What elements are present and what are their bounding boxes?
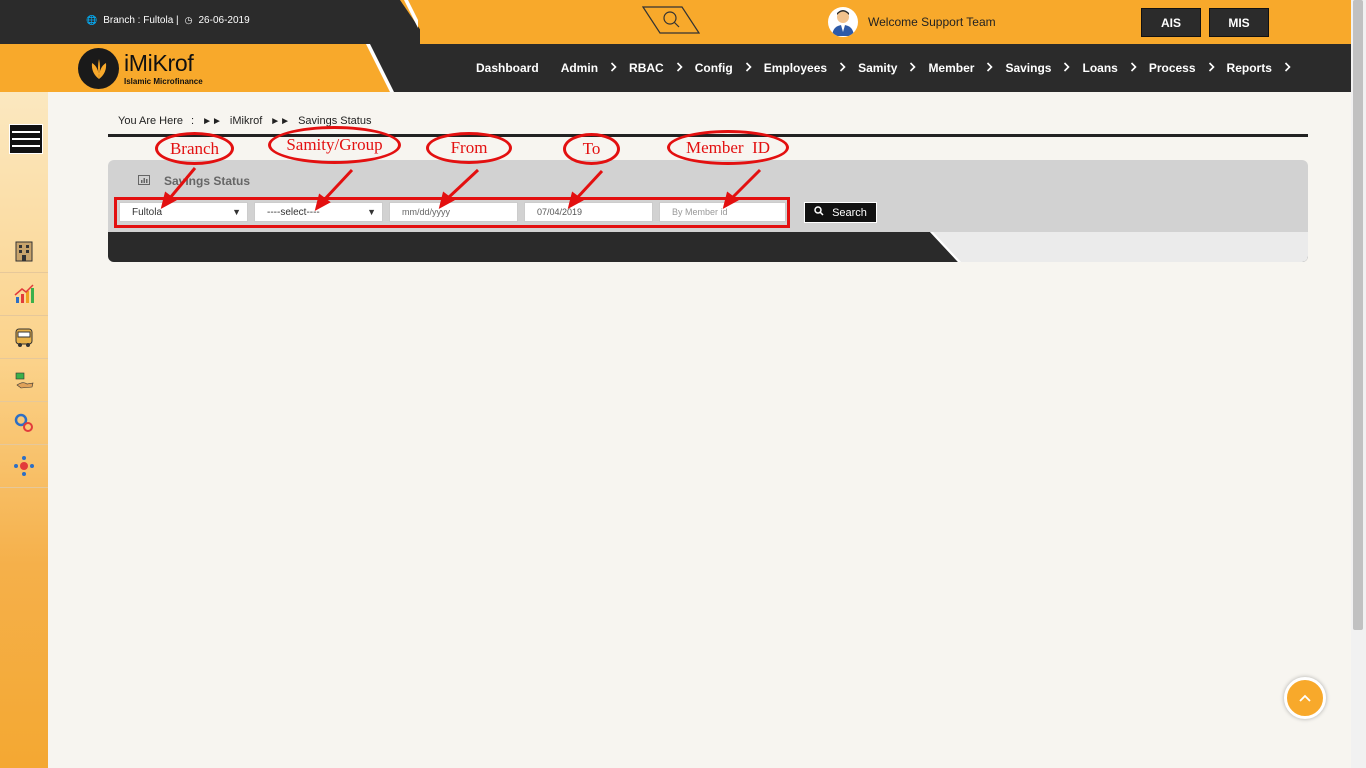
nav-item-label: RBAC	[629, 61, 664, 75]
hamburger-menu-icon[interactable]	[9, 124, 43, 154]
branch-info-text: Branch : Fultola |	[103, 15, 179, 26]
hand-money-icon	[15, 372, 34, 389]
nav-item-loans[interactable]: Loans	[1082, 61, 1137, 75]
double-chevron-right-icon: ►►	[270, 115, 291, 127]
sidebar-item-chart[interactable]	[0, 273, 48, 316]
sidebar-item-money[interactable]	[0, 359, 48, 402]
chevron-right-icon	[1130, 61, 1137, 75]
breadcrumb-home-link[interactable]: iMikrof	[230, 115, 262, 127]
welcome-text: Welcome Support Team	[868, 15, 996, 29]
breadcrumb-prefix: You Are Here	[118, 115, 184, 127]
nav-item-label: Member	[928, 61, 975, 75]
nav-item-member[interactable]: Member	[928, 61, 994, 75]
header-search-button[interactable]	[642, 6, 700, 34]
sidebar-item-bus[interactable]	[0, 316, 48, 359]
bar-chart-icon	[138, 174, 150, 188]
chart-growth-icon	[14, 284, 34, 303]
nav-item-label: Loans	[1082, 61, 1118, 75]
chevron-right-icon	[1208, 61, 1215, 75]
annotation-branch: Branch	[155, 132, 234, 165]
nav-item-label: Process	[1148, 61, 1196, 75]
mis-button[interactable]: MIS	[1209, 8, 1269, 37]
nav-item-reports[interactable]: Reports	[1227, 61, 1291, 75]
nav-item-samity[interactable]: Samity	[858, 61, 917, 75]
chevron-right-icon	[1284, 61, 1291, 75]
chevron-up-icon	[1299, 694, 1311, 702]
logo-tagline: Islamic Microfinance	[124, 77, 203, 86]
logo-icon[interactable]	[78, 48, 119, 89]
nav-item-admin[interactable]: Admin	[561, 61, 617, 75]
panel-footer-light	[930, 232, 1308, 262]
chevron-right-icon	[839, 61, 846, 75]
nav-item-dashboard[interactable]: Dashboard	[476, 61, 539, 75]
nav-item-label: Employees	[763, 61, 828, 75]
nav-item-label: Config	[694, 61, 733, 75]
back-to-top-button[interactable]	[1284, 677, 1326, 719]
sidebar-item-settings[interactable]	[0, 402, 48, 445]
annotation-from: From	[426, 132, 512, 164]
network-icon	[14, 456, 34, 476]
sidebar-item-network[interactable]	[0, 445, 48, 488]
search-icon	[814, 206, 824, 219]
clock-icon: ◷	[184, 15, 193, 25]
sidebar-icon-list	[0, 230, 48, 488]
nav-item-employees[interactable]: Employees	[764, 61, 846, 75]
building-icon	[15, 241, 33, 262]
user-avatar-icon	[832, 10, 854, 36]
sidebar-item-building[interactable]	[0, 230, 48, 273]
chevron-right-icon	[986, 61, 994, 75]
annotation-to: To	[563, 133, 620, 165]
chevron-right-icon	[676, 61, 683, 75]
breadcrumb-colon: :	[191, 115, 195, 127]
nav-item-label: Dashboard	[476, 61, 539, 75]
logo-name[interactable]: iMiKrof	[124, 50, 194, 77]
nav-item-label: Admin	[560, 61, 599, 75]
chevron-right-icon	[1063, 61, 1071, 75]
ais-button[interactable]: AIS	[1141, 8, 1201, 37]
annotation-highlight-box	[114, 197, 790, 228]
globe-icon: 🌐	[86, 15, 98, 25]
nav-item-label: Reports	[1226, 61, 1272, 75]
nav-item-label: Samity	[858, 61, 898, 75]
chevron-right-icon	[610, 61, 617, 75]
nav-item-config[interactable]: Config	[695, 61, 752, 75]
chevron-right-icon	[745, 61, 752, 75]
nav-item-process[interactable]: Process	[1149, 61, 1215, 75]
nav-item-label: Savings	[1005, 61, 1052, 75]
scrollbar-thumb[interactable]	[1353, 0, 1363, 630]
bus-icon	[15, 328, 33, 347]
current-date: 26-06-2019	[198, 15, 250, 26]
panel-title: Savings Status	[164, 174, 251, 188]
gears-icon	[14, 413, 33, 432]
annotation-member-id: Member ID	[667, 130, 789, 165]
search-button[interactable]: Search	[804, 202, 877, 223]
search-button-label: Search	[832, 206, 867, 219]
user-avatar[interactable]	[828, 7, 858, 37]
branch-date-info: 🌐 Branch : Fultola | ◷ 26-06-2019	[86, 15, 250, 26]
panel-header: Savings Status	[138, 174, 250, 188]
nav-item-rbac[interactable]: RBAC	[629, 61, 683, 75]
annotation-samity: Samity/Group	[268, 126, 401, 164]
double-chevron-right-icon: ►►	[202, 115, 222, 127]
nav-item-savings[interactable]: Savings	[1005, 61, 1071, 75]
chevron-right-icon	[909, 61, 917, 75]
main-menu: Dashboard Admin RBAC Config Employees Samity M…	[476, 44, 1303, 92]
